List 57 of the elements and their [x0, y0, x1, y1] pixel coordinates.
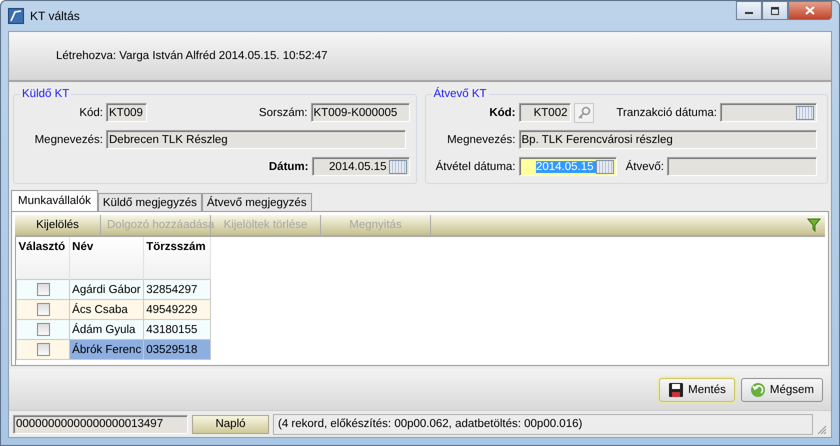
- tab[interactable]: Munkavállalók: [11, 190, 98, 211]
- field-label: Sorszám:: [258, 106, 308, 118]
- checkbox[interactable]: [36, 303, 50, 316]
- name-field[interactable]: Debrecen TLK Részleg: [106, 130, 406, 149]
- id-field[interactable]: 00000000000000000013497: [13, 414, 188, 434]
- tab[interactable]: Átvevő megjegyzés: [202, 193, 312, 211]
- field-label: Dátum:: [268, 160, 308, 172]
- column-header[interactable]: Név: [70, 237, 144, 280]
- column-header[interactable]: Választó: [16, 237, 70, 280]
- group-title: Átvevő KT: [432, 88, 488, 100]
- app-icon: [8, 8, 24, 24]
- field-label: Megnevezés:: [446, 134, 516, 146]
- field-label: Kód:: [488, 106, 516, 118]
- name-field[interactable]: Bp. TLK Ferencvárosi részleg: [518, 130, 817, 149]
- date-field[interactable]: 2014.05.15: [312, 157, 410, 176]
- field-label: Átvevő:: [624, 160, 664, 172]
- group-title: Küldő KT: [21, 88, 70, 100]
- serial-field[interactable]: KT009-K000005: [310, 103, 410, 122]
- code-field[interactable]: KT009: [106, 103, 147, 122]
- status-message: (4 rekord, előkészítés: 00p00.062, adatbetöltés: 00p00.016): [273, 414, 813, 434]
- field-label: Kód:: [78, 106, 103, 118]
- date-field[interactable]: [720, 103, 817, 122]
- column-header[interactable]: Törzsszám: [144, 237, 210, 280]
- save-button[interactable]: Mentés: [659, 378, 735, 402]
- code-field[interactable]: KT002: [518, 103, 570, 122]
- created-info: Létrehozva: Varga István Alfréd 2014.05.15. 10:52:47: [56, 50, 328, 62]
- log-button[interactable]: Napló: [192, 414, 269, 434]
- maximize-icon: [770, 6, 780, 14]
- field-label: Átvétel dátuma:: [434, 160, 516, 172]
- key-icon[interactable]: [574, 102, 594, 122]
- table-cell: Ádám Gyula: [70, 320, 144, 340]
- window-title: KT váltás: [30, 9, 80, 23]
- checkbox[interactable]: [36, 343, 50, 356]
- field-label: Tranzakció dátuma:: [615, 106, 717, 118]
- toolbar-button[interactable]: Kijelölés: [15, 215, 101, 235]
- maximize-button[interactable]: [762, 1, 788, 20]
- resize-grip-icon[interactable]: [817, 425, 827, 435]
- table-cell: 43180155: [144, 320, 210, 340]
- table-cell: 03529518: [144, 340, 210, 360]
- calendar-icon[interactable]: [596, 160, 614, 174]
- receiver-field[interactable]: [667, 157, 817, 176]
- checkbox[interactable]: [36, 323, 50, 336]
- table-cell: 49549229: [144, 300, 210, 320]
- close-button[interactable]: [788, 1, 832, 20]
- calendar-icon[interactable]: [796, 106, 814, 120]
- tab[interactable]: Küldő megjegyzés: [98, 193, 202, 211]
- table-cell: Ábrók Ferenc: [70, 340, 144, 360]
- calendar-icon[interactable]: [388, 160, 406, 174]
- close-icon: [805, 6, 815, 15]
- table-cell: 32854297: [144, 280, 210, 300]
- table-cell: Ács Csaba: [70, 300, 144, 320]
- minimize-button[interactable]: [736, 1, 762, 20]
- table-cell: Agárdi Gábor: [70, 280, 144, 300]
- checkbox[interactable]: [36, 283, 50, 296]
- filter-icon[interactable]: [807, 218, 821, 232]
- cancel-button[interactable]: Mégsem: [740, 378, 823, 402]
- field-label: Megnevezés:: [34, 134, 103, 146]
